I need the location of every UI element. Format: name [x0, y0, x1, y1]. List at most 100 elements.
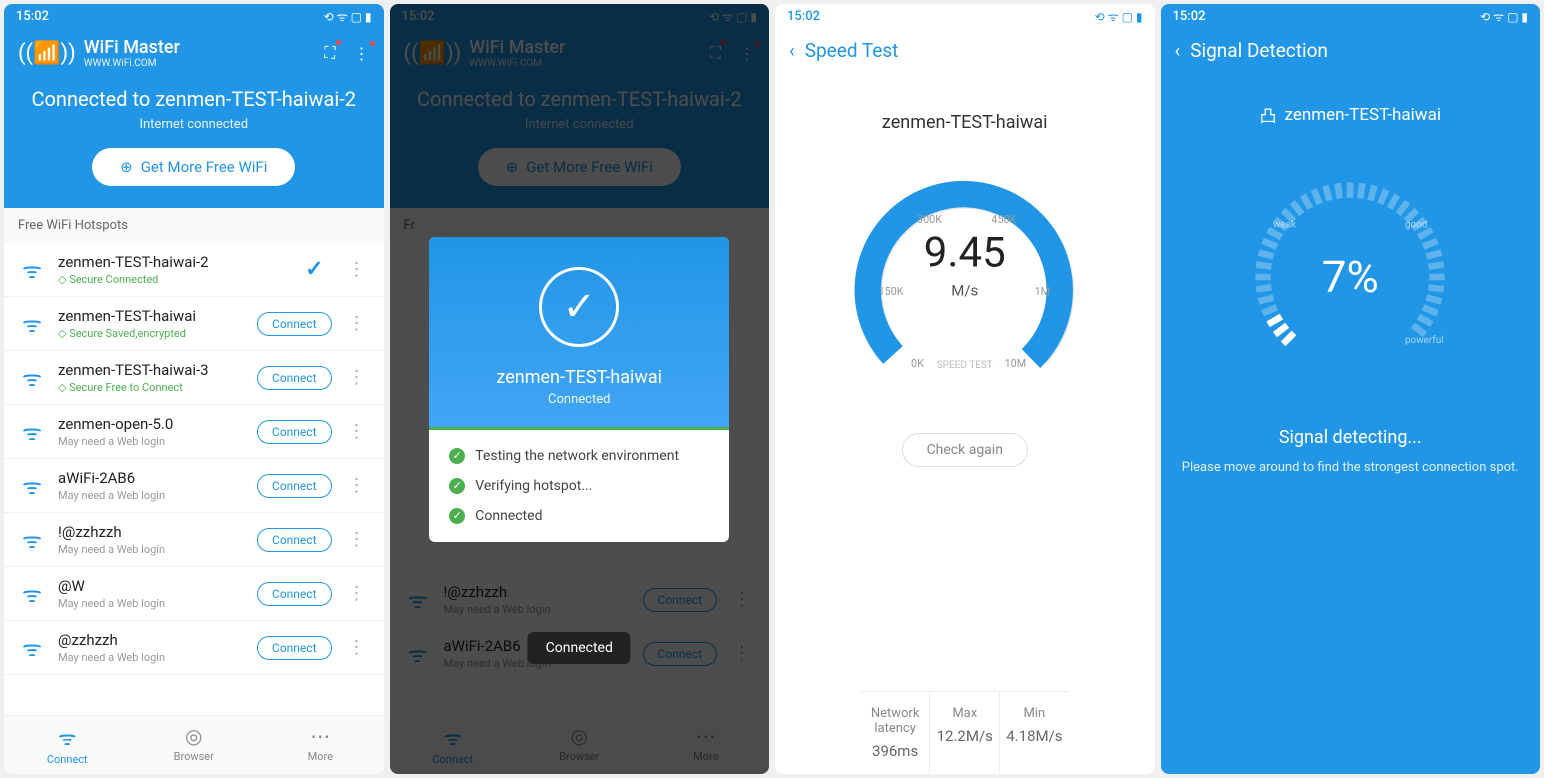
- nav-more[interactable]: ⋯More: [257, 716, 384, 774]
- connection-banner: Connected to zenmen-TEST-haiwai-2 Intern…: [4, 69, 384, 208]
- stat-cell: Max12.2M/s: [930, 692, 1000, 774]
- svg-text:0K: 0K: [911, 357, 924, 370]
- signal-percent: 7%: [1322, 251, 1379, 303]
- wifi-signal-icon: ᯤ: [18, 417, 46, 447]
- hotspots-section-title: Free WiFi Hotspots: [4, 208, 384, 243]
- speed-ssid: zenmen-TEST-haiwai: [882, 112, 1048, 133]
- item-menu-icon[interactable]: ⋮: [344, 529, 370, 550]
- app-header: ((📶)) WiFi Master WWW.WiFi.COM ⛶ ⋮: [4, 29, 384, 69]
- wifi-name: zenmen-TEST-haiwai-3: [58, 361, 245, 379]
- connect-button[interactable]: Connect: [257, 636, 331, 660]
- connect-button[interactable]: Connect: [257, 420, 331, 444]
- wifi-signal-icon: ᯤ: [18, 471, 46, 501]
- status-time: 15:02: [16, 9, 49, 24]
- step-check-icon: ✓: [449, 478, 465, 494]
- wifi-item[interactable]: ᯤ @zzhzzh May need a Web login Connect ⋮: [4, 621, 384, 675]
- wifi-name: zenmen-TEST-haiwai: [58, 307, 245, 325]
- banner-title: Connected to zenmen-TEST-haiwai-2: [18, 87, 370, 111]
- wifi-item[interactable]: ᯤ @W May need a Web login Connect ⋮: [4, 567, 384, 621]
- gauge-label: SPEED TEST: [937, 360, 993, 371]
- router-icon: 凸: [1260, 102, 1277, 127]
- svg-text:1M: 1M: [1034, 285, 1050, 298]
- wifi-item[interactable]: ᯤ !@zzhzzh May need a Web login Connect …: [4, 513, 384, 567]
- wifi-meta: ◇ Secure Saved,encrypted: [58, 327, 245, 340]
- app-title: WiFi Master: [84, 37, 180, 58]
- wifi-name: zenmen-TEST-haiwai-2: [58, 253, 285, 271]
- item-menu-icon[interactable]: ⋮: [344, 313, 370, 334]
- toast: Connected: [528, 632, 631, 664]
- check-again-button[interactable]: Check again: [902, 433, 1028, 467]
- connection-steps: ✓Testing the network environment ✓Verifyi…: [429, 430, 729, 542]
- wifi-item[interactable]: ᯤ zenmen-TEST-haiwai-3 ◇ Secure Free to …: [4, 351, 384, 405]
- wifi-signal-icon: ᯤ: [18, 633, 46, 663]
- get-more-wifi-button[interactable]: ⊕ Get More Free WiFi: [92, 148, 295, 186]
- connect-button[interactable]: Connect: [257, 474, 331, 498]
- page-header: ‹ Signal Detection: [1161, 29, 1541, 72]
- nav-browser[interactable]: ◎Browser: [131, 716, 258, 774]
- wifi-meta: May need a Web login: [58, 597, 245, 610]
- wifi-item[interactable]: ᯤ zenmen-TEST-haiwai-2 ◇ Secure Connecte…: [4, 243, 384, 297]
- connection-modal: ✓ zenmen-TEST-haiwai Connected ✓Testing …: [429, 237, 729, 542]
- svg-text:150K: 150K: [878, 285, 903, 298]
- status-bar: 15:02 ⟲ ᯤ ▢ ▮: [775, 4, 1155, 29]
- step-check-icon: ✓: [449, 508, 465, 524]
- wifi-item[interactable]: ᯤ zenmen-open-5.0 May need a Web login C…: [4, 405, 384, 459]
- status-icons: ⟲ ᯤ ▢ ▮: [324, 8, 372, 25]
- signal-status: Signal detecting...: [1279, 427, 1422, 448]
- wifi-item[interactable]: ᯤ zenmen-TEST-haiwai ◇ Secure Saved,encr…: [4, 297, 384, 351]
- back-icon[interactable]: ‹: [1175, 39, 1181, 62]
- svg-text:450K: 450K: [991, 213, 1016, 226]
- svg-text:powerful: powerful: [1405, 335, 1444, 346]
- item-menu-icon[interactable]: ⋮: [344, 421, 370, 442]
- status-bar: 15:02 ⟲ ᯤ ▢ ▮: [1161, 4, 1541, 29]
- connect-button[interactable]: Connect: [257, 312, 331, 336]
- signal-gauge: weak good powerful 7%: [1240, 167, 1460, 387]
- wifi-name: aWiFi-2AB6: [58, 469, 245, 487]
- wifi-signal-icon: ᯤ: [18, 579, 46, 609]
- screen-speed-test: 15:02 ⟲ ᯤ ▢ ▮ ‹ Speed Test zenmen-TEST-h…: [775, 4, 1155, 774]
- wifi-meta: May need a Web login: [58, 489, 245, 502]
- svg-text:good: good: [1405, 220, 1427, 231]
- wifi-meta: May need a Web login: [58, 435, 245, 448]
- wifi-name: zenmen-open-5.0: [58, 415, 245, 433]
- scan-icon[interactable]: ⛶: [324, 43, 335, 63]
- speed-unit: M/s: [924, 281, 1006, 299]
- page-title: Signal Detection: [1190, 39, 1328, 62]
- wifi-meta: ◇ Secure Free to Connect: [58, 381, 245, 394]
- screen-connect: 15:02 ⟲ ᯤ ▢ ▮ ((📶)) WiFi Master WWW.WiFi…: [4, 4, 384, 774]
- speed-gauge: 0K 150K 300K 450K 1M 10M 9.45 M/s SPEED …: [845, 163, 1085, 403]
- wifi-meta: May need a Web login: [58, 543, 245, 556]
- modal-status: Connected: [429, 392, 729, 407]
- page-header: ‹ Speed Test: [775, 29, 1155, 72]
- item-menu-icon[interactable]: ⋮: [344, 583, 370, 604]
- magnify-icon: ⊕: [120, 158, 133, 176]
- modal-ssid: zenmen-TEST-haiwai: [429, 367, 729, 388]
- step-row: ✓Verifying hotspot...: [449, 478, 709, 494]
- wifi-meta: May need a Web login: [58, 651, 245, 664]
- app-url: WWW.WiFi.COM: [84, 58, 180, 69]
- wifi-signal-icon: ᯤ: [18, 255, 46, 285]
- wifi-item[interactable]: ᯤ aWiFi-2AB6 May need a Web login Connec…: [4, 459, 384, 513]
- back-icon[interactable]: ‹: [789, 39, 795, 62]
- wifi-list[interactable]: ᯤ zenmen-TEST-haiwai-2 ◇ Secure Connecte…: [4, 243, 384, 715]
- item-menu-icon[interactable]: ⋮: [344, 637, 370, 658]
- wifi-signal-icon: ᯤ: [18, 525, 46, 555]
- connect-button[interactable]: Connect: [257, 528, 331, 552]
- more-menu-icon[interactable]: ⋮: [354, 44, 370, 63]
- item-menu-icon[interactable]: ⋮: [344, 367, 370, 388]
- item-menu-icon[interactable]: ⋮: [344, 259, 370, 280]
- wifi-name: !@zzhzzh: [58, 523, 245, 541]
- connected-check-icon: ✓: [297, 257, 331, 282]
- speed-value: 9.45: [924, 228, 1006, 277]
- wifi-name: @zzhzzh: [58, 631, 245, 649]
- connect-button[interactable]: Connect: [257, 366, 331, 390]
- check-circle-icon: ✓: [539, 267, 619, 347]
- step-row: ✓Testing the network environment: [449, 448, 709, 464]
- item-menu-icon[interactable]: ⋮: [344, 475, 370, 496]
- nav-connect[interactable]: ᯤConnect: [4, 716, 131, 774]
- wifi-icon: ᯤ: [4, 724, 131, 751]
- signal-hint: Please move around to find the strongest…: [1182, 460, 1519, 475]
- connect-button[interactable]: Connect: [257, 582, 331, 606]
- wifi-signal-icon: ᯤ: [18, 309, 46, 339]
- svg-text:weak: weak: [1273, 220, 1297, 231]
